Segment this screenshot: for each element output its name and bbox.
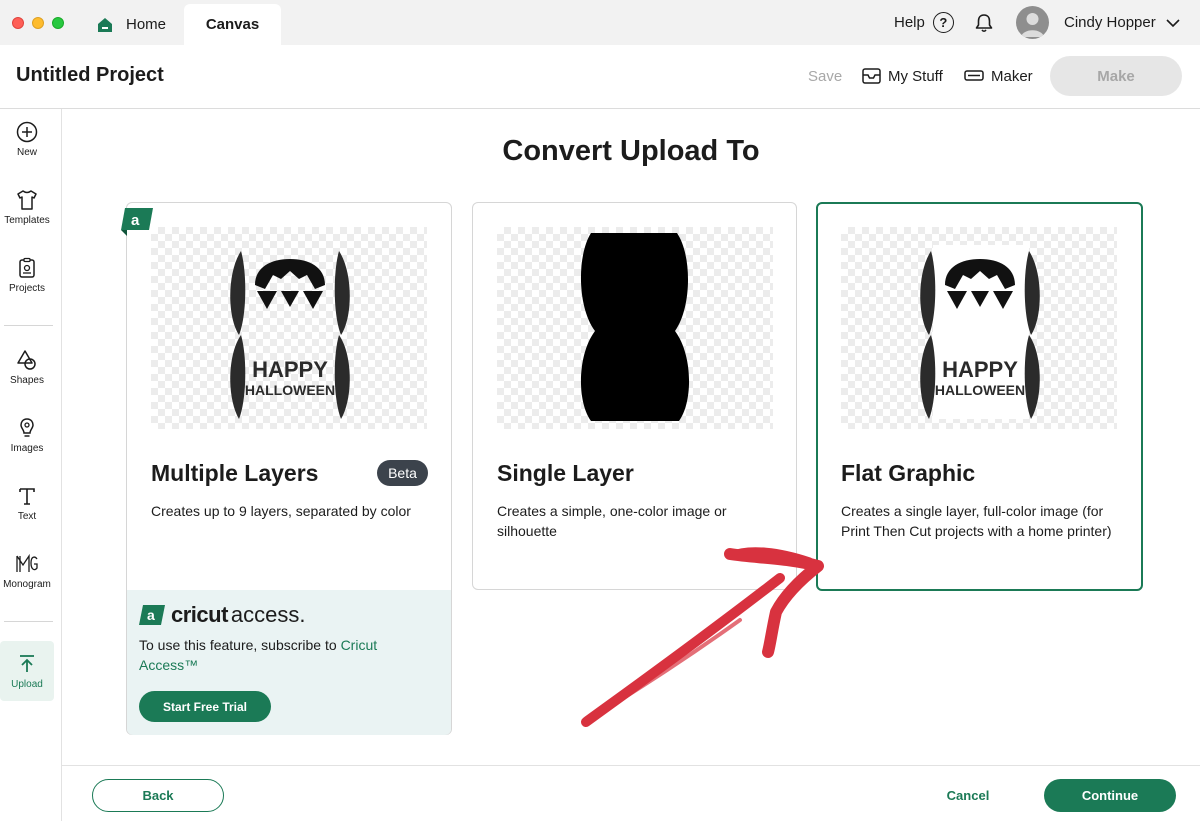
sidebar-item-shapes[interactable]: Shapes [0, 337, 54, 397]
halloween-art-image: HAPPY HALLOWEEN [230, 251, 350, 419]
sidebar-item-projects[interactable]: Projects [0, 245, 54, 305]
sidebar-label-templates: Templates [4, 214, 50, 226]
access-word: access. [230, 602, 306, 627]
beta-badge: Beta [377, 460, 428, 486]
sidebar-item-upload[interactable]: Upload [0, 641, 54, 701]
help-button[interactable]: Help ? [894, 0, 954, 45]
title-bar: Home Canvas Help ? Cindy Hopper [0, 0, 1200, 45]
sidebar-label-images: Images [10, 442, 44, 454]
red-arrow-annotation [581, 547, 824, 727]
help-label: Help [894, 14, 925, 31]
preview-flat-graphic: HAPPY HALLOWEEN [841, 227, 1117, 429]
clipboard-icon [19, 257, 35, 278]
cricut-access-a-icon: a [139, 605, 165, 625]
sidebar-item-monogram[interactable]: Monogram [0, 541, 54, 601]
tab-home-label: Home [126, 16, 167, 33]
make-label: Make [1097, 67, 1135, 85]
window-minimize-button[interactable] [32, 17, 44, 29]
svg-text:a: a [147, 607, 155, 623]
tab-canvas[interactable]: Canvas [184, 4, 281, 45]
continue-button[interactable]: Continue [1044, 779, 1176, 812]
card-title: Single Layer [497, 460, 634, 486]
sidebar-divider [4, 621, 53, 622]
window-zoom-button[interactable] [52, 17, 64, 29]
cricut-brand: cricut [171, 602, 228, 627]
card-title: Multiple Layers [151, 460, 319, 486]
page-title: Convert Upload To [502, 135, 760, 167]
option-card-multiple-layers[interactable]: a HAPPY HALLOWEEN Multiple Layers Beta C… [121, 202, 452, 735]
monogram-icon [16, 553, 38, 572]
sidebar-label-upload: Upload [11, 678, 43, 690]
card-title: Flat Graphic [841, 460, 976, 486]
save-label: Save [808, 67, 843, 85]
bell-icon [975, 13, 993, 32]
cricut-access-logo: a cricut access. [139, 602, 306, 628]
chevron-down-icon [1166, 18, 1180, 27]
notifications-button[interactable] [973, 0, 995, 45]
tab-home[interactable]: Home [96, 4, 182, 45]
option-card-single-layer[interactable]: Single Layer Creates a simple, one-color… [472, 202, 797, 590]
card-description: Creates a single layer, full-color image… [841, 503, 1112, 539]
text-t-icon [19, 487, 35, 505]
maker-label: Maker [991, 67, 1033, 85]
shirt-icon [17, 189, 37, 210]
sidebar-label-projects: Projects [8, 282, 46, 294]
save-button[interactable]: Save [808, 45, 842, 107]
cancel-label: Cancel [946, 788, 990, 803]
cancel-button[interactable]: Cancel [938, 779, 998, 812]
card-description: Creates up to 9 layers, separated by col… [151, 503, 411, 519]
halloween-text: HALLOWEEN [245, 382, 335, 398]
preview-single-layer [497, 227, 773, 429]
silhouette-image [580, 233, 690, 421]
project-title[interactable]: Untitled Project [16, 64, 164, 87]
home-icon [98, 17, 112, 32]
continue-label: Continue [1081, 788, 1139, 803]
upload-arrow-icon [20, 654, 34, 672]
user-avatar-icon [1021, 13, 1044, 37]
option-card-flat-graphic[interactable]: HAPPY HALLOWEEN Flat Graphic Creates a s… [816, 202, 1143, 591]
footer-bar [62, 765, 1200, 821]
sidebar-item-text[interactable]: Text [0, 473, 54, 533]
user-menu[interactable]: Cindy Hopper [1064, 0, 1180, 45]
cricut-access-panel: a cricut access. To use this feature, su… [127, 590, 451, 735]
left-toolbar: New Templates Projects Shapes Images Tex… [0, 109, 62, 821]
sidebar-item-images[interactable]: Images [0, 405, 54, 465]
sidebar-label-monogram: Monogram [3, 578, 51, 590]
window-close-button[interactable] [12, 17, 24, 29]
inbox-icon [862, 68, 881, 84]
tab-canvas-label: Canvas [205, 16, 260, 33]
back-label: Back [142, 788, 174, 803]
back-button[interactable]: Back [92, 779, 224, 812]
make-button[interactable]: Make [1050, 56, 1182, 96]
start-free-trial-label: Start Free Trial [162, 699, 248, 714]
avatar[interactable] [1016, 6, 1049, 39]
maker-button[interactable]: Maker [964, 45, 1033, 107]
bulb-icon [20, 417, 34, 437]
shapes-icon [17, 349, 36, 370]
my-stuff-label: My Stuff [888, 67, 943, 85]
halloween-art-image: HAPPY HALLOWEEN [920, 245, 1040, 419]
plus-circle-icon [16, 121, 38, 142]
question-circle-icon: ? [932, 12, 954, 33]
preview-multiple-layers: HAPPY HALLOWEEN [151, 227, 427, 429]
my-stuff-button[interactable]: My Stuff [862, 45, 943, 107]
svg-text:a: a [131, 212, 140, 229]
machine-icon [964, 70, 984, 81]
sidebar-divider [4, 325, 53, 326]
halloween-text: HALLOWEEN [935, 382, 1025, 398]
user-name: Cindy Hopper [1064, 14, 1156, 31]
sidebar-label-text: Text [17, 510, 37, 522]
access-message: To use this feature, subscribe to Cricut… [139, 635, 439, 675]
cricut-access-a-icon: a [121, 208, 153, 236]
access-text-prefix: To use this feature, subscribe to [139, 637, 341, 653]
start-free-trial-button[interactable]: Start Free Trial [139, 691, 271, 722]
project-header: Untitled Project Save My Stuff Maker Mak… [0, 45, 1200, 109]
happy-text: HAPPY [942, 357, 1018, 382]
sidebar-item-templates[interactable]: Templates [0, 177, 54, 237]
sidebar-label-shapes: Shapes [10, 374, 44, 386]
happy-text: HAPPY [252, 357, 328, 382]
sidebar-label-new: New [16, 146, 37, 158]
sidebar-item-new[interactable]: New [0, 109, 54, 169]
card-description: Creates a simple, one-color image or sil… [497, 503, 727, 539]
